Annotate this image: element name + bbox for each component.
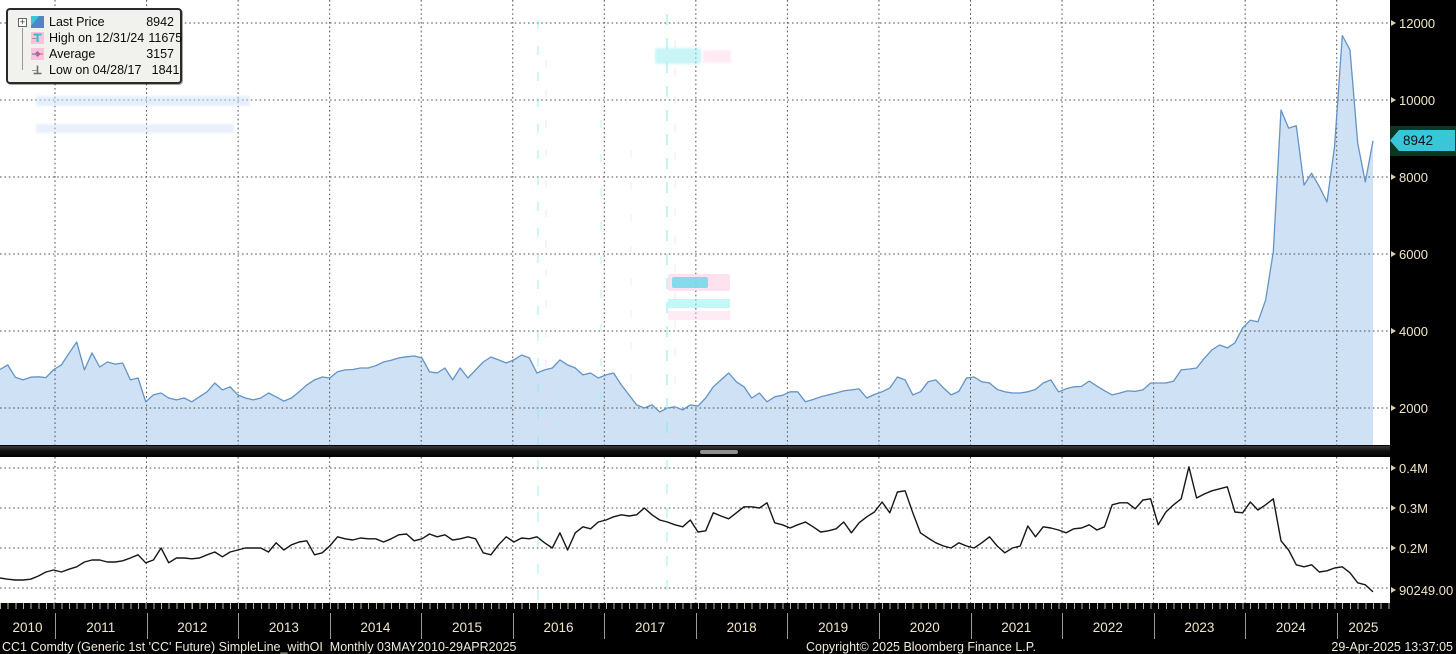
year-label: 2011: [86, 620, 116, 635]
legend-value: 11675: [148, 31, 183, 45]
year-separator: [512, 613, 514, 639]
price-axis-tick: 6000: [1399, 247, 1428, 262]
price-axis-tick: 12000: [1399, 16, 1436, 31]
year-label: 2014: [360, 620, 391, 635]
year-separator: [146, 613, 148, 639]
open-interest-line: [0, 466, 1374, 593]
price-axis-tick: 2000: [1399, 401, 1428, 416]
price-legend[interactable]: + Last Price 8942 High on 12/31/24 11675: [6, 8, 182, 84]
axis-tick-arrow-icon: [1391, 545, 1396, 551]
legend-value: 3157: [146, 47, 174, 61]
open-interest-panel[interactable]: + Aggregate Open Interest 90249.00: [0, 457, 1390, 603]
oi-axis-tick: 0.2M: [1399, 541, 1428, 556]
year-label: 2020: [909, 620, 940, 635]
legend-row-high[interactable]: High on 12/31/24 11675: [18, 30, 182, 46]
price-line: [0, 34, 1374, 413]
axis-tick-arrow-icon: [1391, 20, 1396, 26]
panel-separator: [0, 445, 1456, 457]
price-axis-tick: 10000: [1399, 93, 1436, 108]
legend-expand-icon[interactable]: +: [18, 17, 27, 27]
year-separator: [787, 613, 789, 639]
security-description: CC1 Comdty (Generic 1st 'CC' Future) Sim…: [2, 640, 517, 654]
axis-tick-arrow-icon: [1391, 328, 1396, 334]
year-separator: [238, 613, 240, 639]
x-axis-years: 2010 2011 2012 2013 2014 2015 2016 2017 2018 2019…: [0, 609, 1456, 640]
year-separator: [421, 613, 423, 639]
bloomberg-chart-window: + Last Price 8942 High on 12/31/24 11675: [0, 0, 1456, 654]
oi-axis-tick: 0.4M: [1399, 461, 1428, 476]
legend-label: Low on 04/28/17: [49, 63, 142, 77]
year-label: 2025: [1348, 620, 1379, 635]
year-separator: [695, 613, 697, 639]
right-axis: 8942 2000 4000 6000 8000 10000 12000 0.4M 0.3M 0…: [1390, 0, 1456, 654]
axis-tick-arrow-icon: [1391, 505, 1396, 511]
year-label: 2016: [543, 620, 574, 635]
legend-row-low[interactable]: Low on 04/28/17 1841: [18, 62, 179, 78]
price-area-fill: [0, 35, 1373, 445]
legend-row-average[interactable]: Average 3157: [18, 46, 174, 62]
axis-tick-arrow-icon: [1391, 97, 1396, 103]
last-price-axis-label: 8942: [1390, 130, 1455, 151]
year-separator: [604, 613, 606, 639]
year-label: 2019: [818, 620, 849, 635]
axis-tick-arrow-icon: [1391, 465, 1396, 471]
copyright-text: Copyright© 2025 Bloomberg Finance L.P.: [806, 640, 1036, 654]
year-label: 2018: [726, 620, 757, 635]
legend-label: Last Price: [49, 15, 105, 29]
legend-row-last-price[interactable]: + Last Price 8942: [18, 14, 174, 30]
year-label: 2022: [1092, 620, 1123, 635]
year-label: 2017: [635, 620, 666, 635]
legend-value: 1841: [151, 63, 180, 77]
axis-tick-arrow-icon: [1391, 587, 1396, 593]
legend-label: High on 12/31/24: [49, 31, 145, 45]
axis-tick-arrow-icon: [1391, 174, 1396, 180]
year-label: 2021: [1001, 620, 1032, 635]
year-separator: [55, 613, 56, 639]
price-chart-canvas[interactable]: [0, 0, 1390, 445]
axis-tick-arrow-icon: [1391, 251, 1396, 257]
year-separator: [970, 613, 972, 639]
status-bar: CC1 Comdty (Generic 1st 'CC' Future) Sim…: [0, 640, 1456, 654]
price-axis-tick: 8000: [1399, 170, 1428, 185]
year-separator: [1245, 613, 1247, 639]
legend-tree-stub: [32, 54, 37, 55]
open-interest-canvas[interactable]: [0, 457, 1390, 603]
oi-last-value-label: 90249.00: [1399, 583, 1454, 598]
year-label: 2024: [1275, 620, 1306, 635]
year-label: 2013: [268, 620, 299, 635]
oi-axis-tick: 0.3M: [1399, 501, 1428, 516]
price-axis-tick: 4000: [1399, 324, 1428, 339]
legend-label: Average: [49, 47, 96, 61]
year-separator: [1336, 613, 1338, 639]
year-label: 2023: [1184, 620, 1215, 635]
price-panel[interactable]: + Last Price 8942 High on 12/31/24 11675: [0, 0, 1390, 445]
year-separator: [1153, 613, 1155, 639]
year-label: 2010: [12, 620, 43, 635]
legend-tree-stub: [32, 70, 37, 71]
area-swatch-icon: [31, 16, 44, 28]
panel-separator-grip[interactable]: [700, 450, 738, 454]
year-label: 2015: [451, 620, 482, 635]
year-label: 2012: [177, 620, 208, 635]
timestamp: 29-Apr-2025 13:37:05: [1331, 640, 1453, 654]
legend-value: 8942: [146, 15, 174, 29]
axis-tick-arrow-icon: [1391, 405, 1396, 411]
legend-tree-stub: [32, 38, 37, 39]
year-separator: [878, 613, 880, 639]
year-separator: [1062, 613, 1064, 639]
year-separator: [329, 613, 331, 639]
